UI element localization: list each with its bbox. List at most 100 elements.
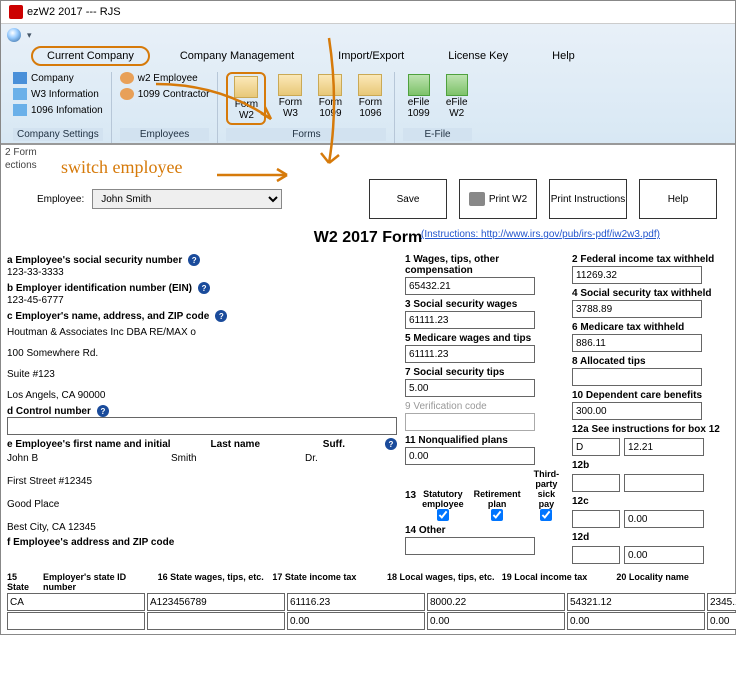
input-12a-val[interactable]	[624, 438, 704, 456]
input-4[interactable]	[572, 300, 702, 318]
label-14: 14 Other	[405, 525, 446, 536]
ribbon-group-company: Company W3 Information 1096 Infomation C…	[5, 72, 112, 143]
label-1: 1 Wages, tips, other compensation	[405, 254, 562, 276]
label-b: b Employer identification number (EIN)	[7, 283, 192, 294]
menu-license-key[interactable]: License Key	[434, 46, 522, 66]
employer-suite: Suite #123	[7, 368, 397, 381]
menu-current-company[interactable]: Current Company	[31, 46, 150, 66]
app-icon	[9, 5, 23, 19]
input-12d-val[interactable]	[624, 546, 704, 564]
annotation-arrow-3	[215, 163, 305, 187]
state-1-id[interactable]	[147, 593, 285, 611]
input-10[interactable]	[572, 402, 702, 420]
state-2-tax[interactable]	[427, 612, 565, 630]
employer-name: Houtman & Associates Inc DBA RE/MAX o	[7, 326, 397, 339]
emp-city: Best City, CA 12345	[7, 521, 397, 534]
annotation-text: switch employee	[61, 157, 182, 178]
state-2-id[interactable]	[147, 612, 285, 630]
chk-statutory[interactable]	[437, 509, 449, 521]
label-9: 9 Verification code	[405, 401, 487, 412]
state-row-1	[7, 593, 729, 611]
input-2[interactable]	[572, 266, 702, 284]
employee-select[interactable]: John Smith	[92, 189, 282, 209]
label-11: 11 Nonqualified plans	[405, 435, 508, 446]
label-10: 10 Dependent care benefits	[572, 390, 702, 401]
label-c: c Employer's name, address, and ZIP code	[7, 311, 209, 322]
help-icon[interactable]: ?	[215, 310, 227, 322]
input-12b-val[interactable]	[624, 474, 704, 492]
value-ein: 123-45-6777	[7, 294, 397, 307]
head-15b: Employer's state ID number	[43, 572, 156, 592]
input-12a-code[interactable]	[572, 438, 620, 456]
ribbon-company[interactable]: Company	[13, 72, 103, 84]
label-4: 4 Social security tax withheld	[572, 288, 712, 299]
input-12d-code[interactable]	[572, 546, 620, 564]
input-12c-code[interactable]	[572, 510, 620, 528]
chk-retirement[interactable]	[491, 509, 503, 521]
help-icon[interactable]: ?	[97, 405, 109, 417]
label-12a: 12a See instructions for box 12	[572, 424, 720, 435]
input-5[interactable]	[405, 345, 535, 363]
input-12c-val[interactable]	[624, 510, 704, 528]
print-w2-button[interactable]: Print W2	[459, 179, 537, 219]
help-button[interactable]: Help	[639, 179, 717, 219]
control-number-input[interactable]	[7, 417, 397, 435]
state-1-code[interactable]	[7, 593, 145, 611]
titlebar: ezW2 2017 --- RJS	[1, 1, 735, 24]
input-3[interactable]	[405, 311, 535, 329]
ribbon-efile-1099[interactable]: eFile1099	[403, 72, 433, 125]
label-8: 8 Allocated tips	[572, 356, 646, 367]
state-2-local-wages[interactable]	[567, 612, 705, 630]
emp-firstname: John B	[7, 452, 157, 465]
state-2-wages[interactable]	[287, 612, 425, 630]
chk-sickpay[interactable]	[540, 509, 552, 521]
state-2-code[interactable]	[7, 612, 145, 630]
state-row-2	[7, 612, 729, 630]
print-instructions-button[interactable]: Print Instructions	[549, 179, 627, 219]
instructions-link[interactable]: (Instructions: http://www.irs.gov/pub/ir…	[421, 229, 660, 240]
label-d: d Control number	[7, 406, 91, 417]
help-icon[interactable]: ?	[198, 282, 210, 294]
head-20: 20 Locality name	[616, 572, 729, 592]
emp-lastname: Smith	[171, 452, 291, 465]
state-1-tax[interactable]	[427, 593, 565, 611]
ribbon-1096-info[interactable]: 1096 Infomation	[13, 104, 103, 116]
state-1-local-tax[interactable]	[707, 593, 736, 611]
help-icon[interactable]: ?	[188, 254, 200, 266]
ribbon-w3-info[interactable]: W3 Information	[13, 88, 103, 100]
ribbon-efile-w2[interactable]: eFileW2	[442, 72, 472, 125]
printer-icon	[469, 192, 485, 206]
annotation-arrow-2	[269, 33, 389, 183]
head-19: 19 Local income tax	[502, 572, 615, 592]
state-table: 15 State Employer's state ID number 16 S…	[7, 572, 729, 630]
label-12c: 12c	[572, 496, 589, 507]
window-title: ezW2 2017 --- RJS	[27, 6, 121, 18]
save-button[interactable]: Save	[369, 179, 447, 219]
head-16: 16 State wages, tips, etc.	[158, 572, 271, 592]
employee-label: Employee:	[37, 194, 84, 205]
input-12b-code[interactable]	[572, 474, 620, 492]
label-5: 5 Medicare wages and tips	[405, 333, 531, 344]
head-15: 15 State	[7, 572, 41, 592]
quick-dropdown[interactable]: ▾	[27, 30, 32, 41]
help-icon[interactable]: ?	[385, 438, 397, 450]
input-8[interactable]	[572, 368, 702, 386]
state-2-local-tax[interactable]	[707, 612, 736, 630]
label-6: 6 Medicare tax withheld	[572, 322, 684, 333]
state-1-local-wages[interactable]	[567, 593, 705, 611]
label-2: 2 Federal income tax withheld	[572, 254, 714, 265]
label-12d: 12d	[572, 532, 589, 543]
input-1[interactable]	[405, 277, 535, 295]
input-11[interactable]	[405, 447, 535, 465]
ribbon-caption-efile: E-File	[403, 128, 471, 141]
label-a: a Employee's social security number	[7, 255, 182, 266]
app-menu-orb[interactable]	[7, 28, 21, 42]
state-1-wages[interactable]	[287, 593, 425, 611]
input-7[interactable]	[405, 379, 535, 397]
ribbon-group-efile: eFile1099 eFileW2 E-File	[395, 72, 479, 143]
emp-street: First Street #12345	[7, 475, 397, 488]
label-7: 7 Social security tips	[405, 367, 505, 378]
input-14[interactable]	[405, 537, 535, 555]
menu-help[interactable]: Help	[538, 46, 589, 66]
input-6[interactable]	[572, 334, 702, 352]
